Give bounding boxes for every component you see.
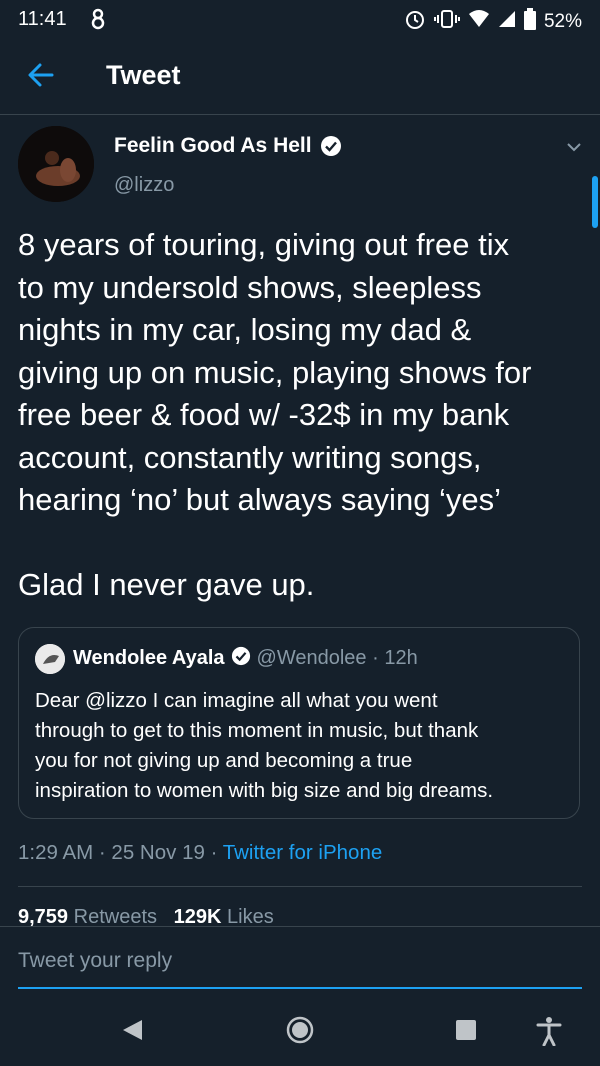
app-notification-icon — [90, 8, 106, 36]
verified-badge-icon — [231, 646, 251, 671]
status-icons: 52% — [404, 8, 582, 36]
vibrate-icon — [433, 8, 460, 36]
back-triangle-icon[interactable] — [120, 1018, 144, 1047]
retweets-label[interactable]: Retweets — [74, 906, 157, 926]
author-name-row: Feelin Good As Hell — [114, 134, 342, 158]
quote-header: Wendolee Ayala @Wendolee · 12h — [73, 646, 418, 671]
home-circle-icon[interactable] — [286, 1016, 314, 1049]
battery-icon — [523, 8, 536, 36]
verified-badge-icon — [320, 135, 342, 157]
tweet-text: 8 years of touring, giving out free tix … — [18, 227, 532, 602]
reply-underline — [18, 987, 582, 989]
system-nav-bar — [0, 990, 600, 1066]
reply-bar: Tweet your reply — [0, 926, 600, 991]
alarm-icon — [404, 8, 426, 36]
author-handle[interactable]: @lizzo — [114, 174, 174, 197]
status-time: 11:41 — [18, 8, 67, 30]
retweet-count[interactable]: 9,759 — [18, 906, 68, 926]
recents-square-icon[interactable] — [455, 1019, 477, 1046]
wifi-icon — [468, 9, 490, 35]
likes-label[interactable]: Likes — [227, 906, 274, 926]
battery-percent: 52% — [543, 11, 582, 32]
engagement-stats: 9,759 Retweets 129K Likes — [18, 906, 274, 926]
signal-icon — [498, 9, 516, 35]
tweet-source-link[interactable]: Twitter for iPhone — [223, 841, 383, 864]
tweet-timestamp: 1:29 AM · 25 Nov 19 · Twitter for iPhone — [18, 841, 382, 865]
quote-avatar — [35, 644, 65, 674]
like-count[interactable]: 129K — [174, 906, 222, 926]
chevron-down-icon[interactable] — [563, 136, 585, 158]
page-title: Tweet — [106, 60, 181, 90]
author-name[interactable]: Feelin Good As Hell — [114, 134, 312, 158]
reply-input[interactable]: Tweet your reply — [18, 949, 172, 973]
avatar[interactable] — [18, 126, 94, 202]
status-bar: 11:41 52% — [0, 0, 600, 40]
quote-author-name: Wendolee Ayala — [73, 647, 225, 669]
quoted-tweet[interactable]: Wendolee Ayala @Wendolee · 12h Dear @liz… — [18, 627, 580, 819]
tweet-time: 1:29 AM · 25 Nov 19 · — [18, 841, 223, 864]
accessibility-icon[interactable] — [536, 1016, 562, 1051]
back-arrow-icon[interactable] — [24, 58, 58, 92]
divider — [18, 886, 582, 887]
quote-author-handle: @Wendolee · 12h — [256, 647, 418, 669]
top-app-bar: Tweet — [0, 40, 600, 115]
quote-text: Dear @lizzo I can imagine all what you w… — [35, 689, 494, 802]
scrollbar[interactable] — [592, 176, 598, 228]
